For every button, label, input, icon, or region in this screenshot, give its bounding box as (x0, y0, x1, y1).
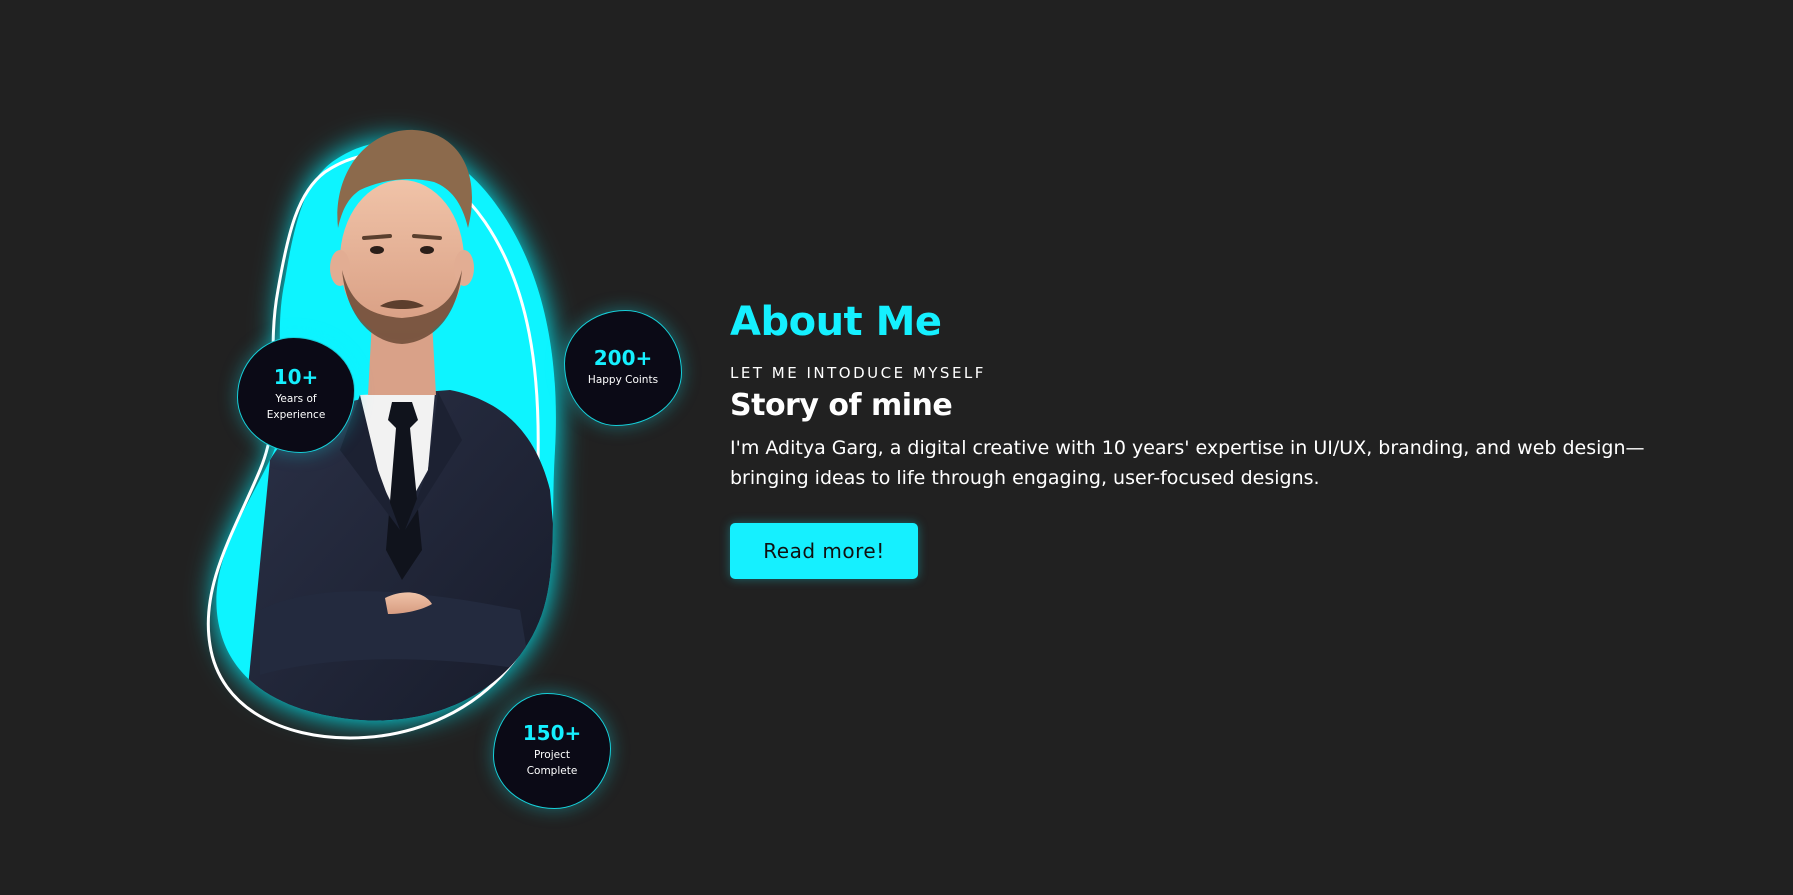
stat-label: Years of Experience (266, 393, 326, 421)
stat-label: Project Complete (526, 749, 578, 777)
section-title: About Me (730, 299, 942, 345)
stat-value: 150+ (522, 721, 582, 746)
stat-badge-projects: 150+ Project Complete (493, 693, 611, 809)
stat-badge-clients: 200+ Happy Coints (564, 310, 682, 426)
section-eyebrow: LET ME INTODUCE MYSELF (730, 364, 986, 382)
about-description: I'm Aditya Garg, a digital creative with… (730, 437, 1645, 489)
portrait-visual: 10+ Years of Experience 200+ Happy Coint… (200, 110, 700, 809)
stat-value: 10+ (273, 365, 319, 390)
about-section: 10+ Years of Experience 200+ Happy Coint… (0, 0, 1793, 895)
section-subtitle: Story of mine (730, 388, 953, 423)
stat-label: Happy Coints (587, 374, 659, 387)
about-content: About Me LET ME INTODUCE MYSELF Story of… (730, 300, 1690, 579)
stat-badge-experience: 10+ Years of Experience (237, 337, 355, 453)
read-more-button[interactable]: Read more! (730, 523, 918, 579)
stat-value: 200+ (593, 346, 653, 371)
